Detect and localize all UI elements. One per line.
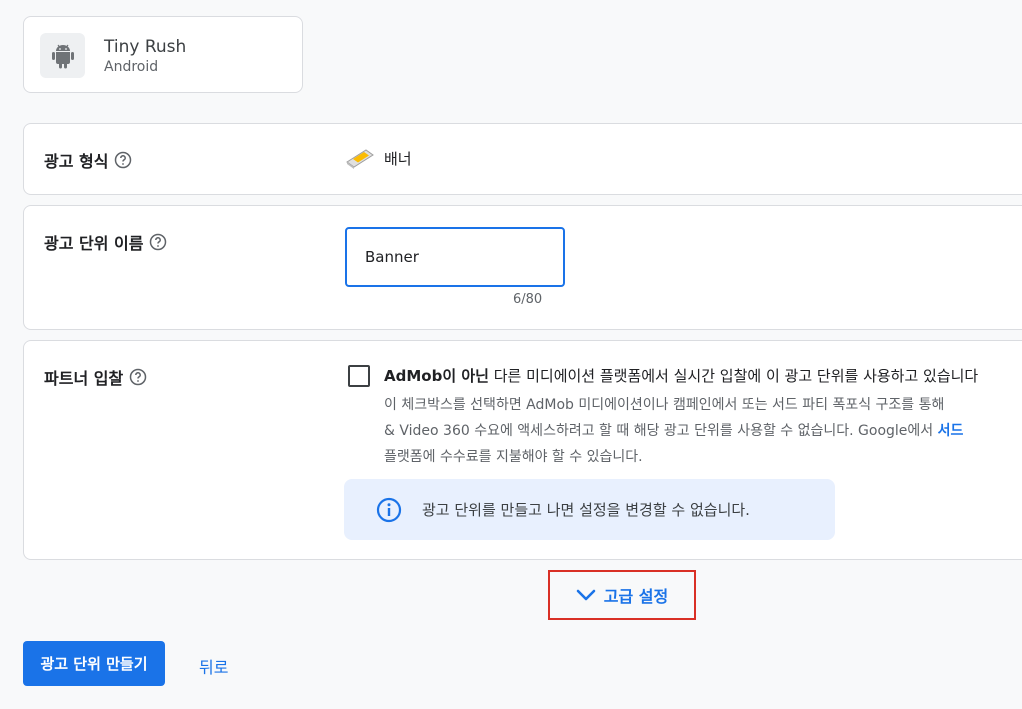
ad-unit-name-label-row: 광고 단위 이름 [44,230,167,254]
partner-bidding-section: 파트너 입찰 AdMob이 아닌 다른 미디에이션 플랫폼에서 실시간 입찰에 … [23,340,1022,560]
partner-bidding-title-bold: AdMob이 아닌 [384,367,489,385]
third-party-link[interactable]: 서드 [938,423,964,439]
ad-unit-name-section: 광고 단위 이름 6/80 [23,205,1022,330]
partner-bidding-title-rest: 다른 미디에이션 플랫폼에서 실시간 입찰에 이 광고 단위를 사용하고 있습니… [488,367,979,385]
advanced-settings-label: 고급 설정 [603,587,669,606]
ad-format-label: 광고 형식 [44,152,109,171]
android-icon [40,33,85,78]
partner-bidding-label-row: 파트너 입찰 [44,365,147,389]
back-button[interactable]: 뒤로 [199,654,228,678]
partner-bidding-description: 이 체크박스를 선택하면 AdMob 미디에이션이나 캠페인에서 또는 서드 파… [384,392,1022,470]
partner-bidding-checkbox[interactable] [348,365,370,387]
info-icon [376,497,402,522]
create-ad-unit-button[interactable]: 광고 단위 만들기 [23,641,165,686]
description-text: & Video 360 수요에 액세스하려고 할 때 해당 광고 단위를 사용할… [384,423,938,439]
ad-format-label-row: 광고 형식 [44,148,132,172]
char-count: 6/80 [513,292,543,307]
app-platform: Android [104,59,159,75]
app-card: Tiny Rush Android [23,16,303,93]
description-line: 이 체크박스를 선택하면 AdMob 미디에이션이나 캠페인에서 또는 서드 파… [384,397,945,413]
help-icon[interactable] [114,151,132,169]
ad-format-section: 광고 형식 배너 [23,123,1022,195]
info-text: 광고 단위를 만들고 나면 설정을 변경할 수 없습니다. [422,501,750,519]
chevron-down-icon [576,589,596,601]
page: Tiny Rush Android 광고 형식 배너 광고 단위 이름 Bann… [0,0,1022,709]
info-banner: 광고 단위를 만들고 나면 설정을 변경할 수 없습니다. [344,479,835,540]
banner-icon [346,149,374,169]
description-line: 플랫폼에 수수료를 지불해야 할 수 있습니다. [384,449,643,465]
description-line: & Video 360 수요에 액세스하려고 할 때 해당 광고 단위를 사용할… [384,418,1022,444]
ad-unit-name-input[interactable] [345,227,565,287]
partner-bidding-title[interactable]: AdMob이 아닌 다른 미디에이션 플랫폼에서 실시간 입찰에 이 광고 단위… [384,365,978,386]
advanced-settings-toggle[interactable]: 고급 설정 [548,570,696,620]
partner-bidding-label: 파트너 입찰 [44,369,124,388]
help-icon[interactable] [129,368,147,386]
help-icon[interactable] [149,233,167,251]
ad-format-text: 배너 [384,149,412,168]
ad-format-value: 배너 [344,146,412,170]
app-name: Tiny Rush [104,37,187,57]
ad-unit-name-label: 광고 단위 이름 [44,234,144,253]
